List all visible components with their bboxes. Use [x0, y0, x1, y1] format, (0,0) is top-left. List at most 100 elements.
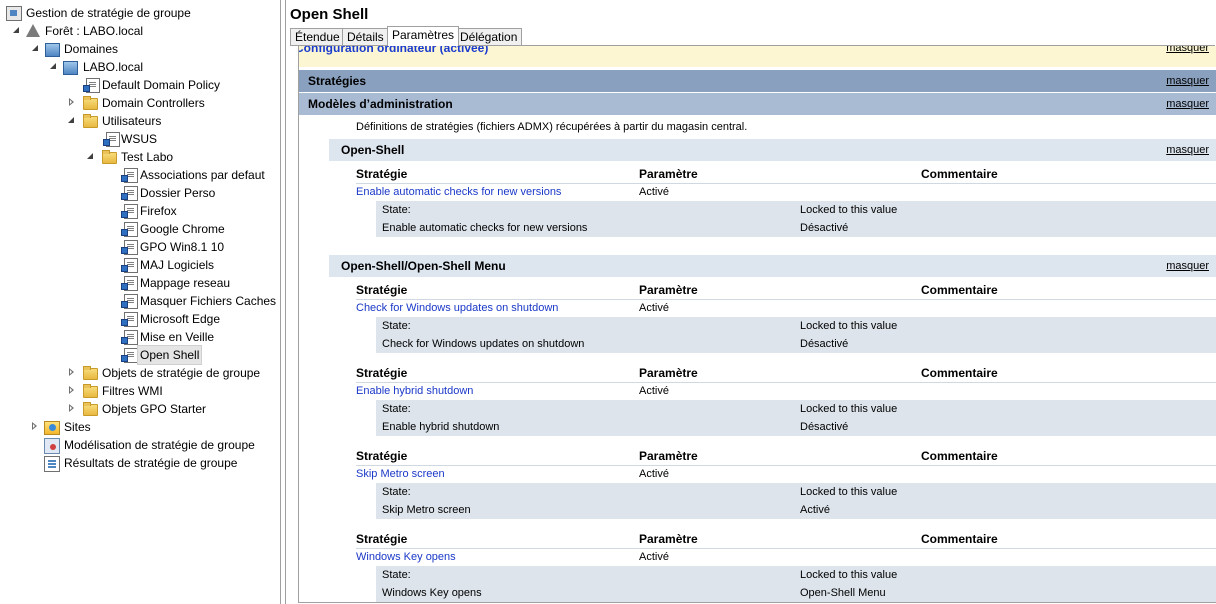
section-title: Stratégies: [308, 74, 367, 88]
state-label: State:: [382, 569, 411, 581]
option-value: Open-Shell Menu: [800, 587, 886, 599]
hide-link[interactable]: masquer: [1166, 46, 1209, 59]
section-title: Open-Shell/Open-Shell Menu: [341, 259, 506, 273]
policy-link[interactable]: Enable automatic checks for new versions: [356, 183, 561, 201]
gpo-link-icon: [121, 348, 138, 363]
option-value: Désactivé: [800, 338, 849, 350]
extension-header: Open-Shell masquer: [329, 139, 1216, 161]
settings-report: Configuration ordinateur (activée) masqu…: [298, 46, 1216, 603]
computer-config-header: Configuration ordinateur (activée) masqu…: [299, 46, 1216, 67]
policy-setting: Activé: [639, 186, 669, 198]
expand-icon[interactable]: [67, 386, 76, 395]
section-title: Open-Shell: [341, 143, 405, 157]
collapse-icon[interactable]: [49, 62, 58, 71]
column-header-policy: Stratégie: [356, 283, 408, 297]
state-value: Locked to this value: [800, 403, 898, 415]
collapse-icon[interactable]: [86, 152, 95, 161]
column-header-policy: Stratégie: [356, 532, 408, 546]
collapse-icon[interactable]: [12, 26, 21, 35]
column-header-setting: Paramètre: [639, 283, 698, 297]
details-pane: Open Shell Étendue Détails Paramètres Dé…: [285, 0, 1216, 604]
gpo-link-icon: [121, 186, 138, 201]
state-value: Locked to this value: [800, 486, 898, 498]
domain-icon: [63, 61, 78, 75]
column-header-comment: Commentaire: [921, 366, 998, 380]
tab-scope[interactable]: Étendue: [290, 28, 345, 46]
policy-link[interactable]: Check for Windows updates on shutdown: [356, 299, 558, 317]
column-header-setting: Paramètre: [639, 449, 698, 463]
option-value: Désactivé: [800, 421, 849, 433]
gpo-link-icon: [121, 312, 138, 327]
column-header-comment: Commentaire: [921, 283, 998, 297]
state-label: State:: [382, 486, 411, 498]
extension-header: Open-Shell/Open-Shell Menu masquer: [329, 255, 1216, 277]
column-header-setting: Paramètre: [639, 167, 698, 181]
state-label: State:: [382, 403, 411, 415]
policy-link[interactable]: Enable hybrid shutdown: [356, 382, 473, 400]
option-label: Skip Metro screen: [382, 504, 471, 516]
console-tree: Gestion de stratégie de groupe Forêt : L…: [0, 0, 281, 604]
ou-folder-icon: [83, 96, 98, 110]
gpo-link-icon: [121, 330, 138, 345]
gpo-link-icon: [121, 294, 138, 309]
policy-setting: Activé: [639, 385, 669, 397]
hide-link[interactable]: masquer: [1166, 70, 1209, 92]
hide-link[interactable]: masquer: [1166, 255, 1209, 277]
column-header-policy: Stratégie: [356, 167, 408, 181]
gpo-link-icon: [103, 132, 120, 147]
state-value: Locked to this value: [800, 569, 898, 581]
collapse-icon[interactable]: [31, 44, 40, 53]
row-divider: [356, 465, 1216, 466]
gpo-link-icon: [121, 258, 138, 273]
policy-details: State: Locked to this value Check for Wi…: [376, 317, 1216, 353]
column-header-setting: Paramètre: [639, 366, 698, 380]
tab-delegation[interactable]: Délégation: [455, 28, 523, 46]
policy-details: State: Locked to this value Enable hybri…: [376, 400, 1216, 436]
column-header-comment: Commentaire: [921, 449, 998, 463]
gpo-link-icon: [121, 222, 138, 237]
folder-icon: [83, 366, 98, 380]
folder-icon: [83, 402, 98, 416]
policy-setting: Activé: [639, 302, 669, 314]
row-divider: [356, 382, 1216, 383]
expand-icon[interactable]: [30, 422, 39, 431]
ou-folder-icon: [102, 150, 117, 164]
policy-link[interactable]: Windows Key opens: [356, 548, 456, 566]
collapse-icon[interactable]: [67, 116, 76, 125]
modeling-icon: [44, 438, 60, 454]
state-label: State:: [382, 204, 411, 216]
row-divider: [356, 548, 1216, 549]
section-title: Configuration ordinateur (activée): [298, 46, 489, 55]
expand-icon[interactable]: [67, 404, 76, 413]
column-header-comment: Commentaire: [921, 532, 998, 546]
forest-icon: [26, 24, 40, 37]
hide-link[interactable]: masquer: [1166, 139, 1209, 161]
gpmc-icon: [6, 6, 22, 21]
column-header-policy: Stratégie: [356, 366, 408, 380]
policy-link[interactable]: Skip Metro screen: [356, 465, 445, 483]
expand-icon[interactable]: [67, 98, 76, 107]
section-title: Modèles d’administration: [308, 97, 453, 111]
admin-templates-header: Modèles d’administration masquer: [299, 93, 1216, 115]
gpo-link-icon: [83, 78, 100, 93]
column-header-setting: Paramètre: [639, 532, 698, 546]
state-value: Locked to this value: [800, 320, 898, 332]
expand-icon[interactable]: [67, 368, 76, 377]
tab-details[interactable]: Détails: [342, 28, 389, 46]
tab-settings[interactable]: Paramètres: [387, 26, 460, 46]
option-value: Désactivé: [800, 222, 849, 234]
policy-details: State: Locked to this value Windows Key …: [376, 566, 1216, 602]
sites-icon: [44, 421, 60, 435]
gpo-title: Open Shell: [290, 6, 369, 23]
option-label: Enable hybrid shutdown: [382, 421, 500, 433]
hide-link[interactable]: masquer: [1166, 93, 1209, 115]
ou-folder-icon: [83, 114, 98, 128]
policy-details: State: Locked to this value Enable autom…: [376, 201, 1216, 237]
column-header-comment: Commentaire: [921, 167, 998, 181]
option-value: Activé: [800, 504, 830, 516]
option-label: Check for Windows updates on shutdown: [382, 338, 585, 350]
folder-icon: [83, 384, 98, 398]
gpo-link-icon: [121, 168, 138, 183]
option-label: Enable automatic checks for new versions: [382, 222, 588, 234]
gpo-link-icon: [121, 276, 138, 291]
